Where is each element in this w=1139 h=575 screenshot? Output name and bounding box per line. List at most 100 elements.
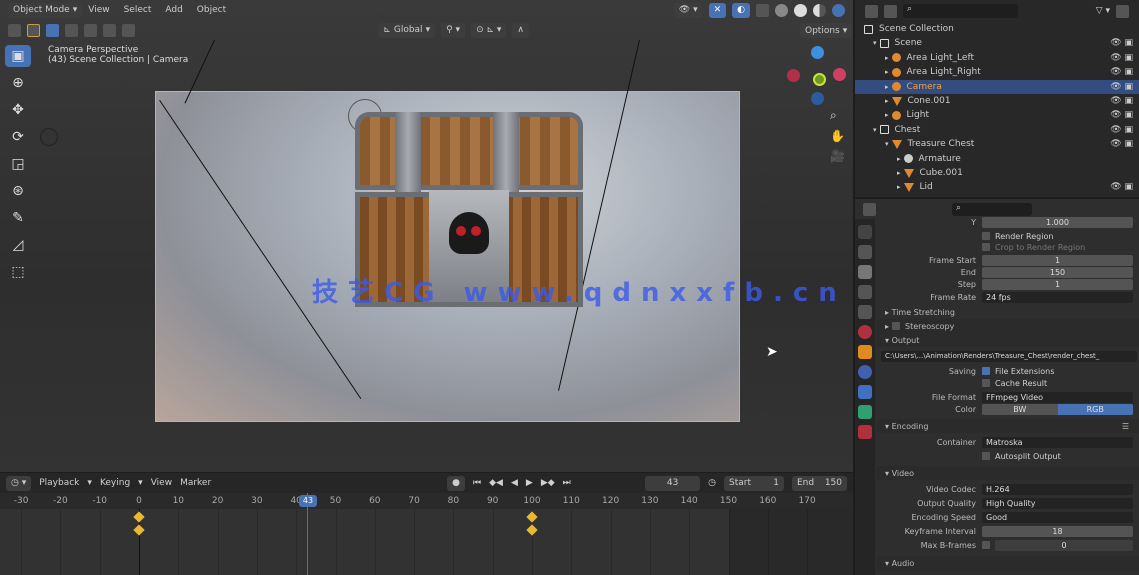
pan-hand-icon[interactable]: ✋ (830, 129, 845, 143)
expand-arrow-icon[interactable]: ▸ (885, 54, 889, 62)
editor-type-icon[interactable]: ◷ ▾ (6, 475, 32, 491)
solid-shading-icon[interactable] (794, 3, 807, 17)
resolution-y-field[interactable]: 1.000 (982, 216, 1133, 228)
scale-icon[interactable]: ◲ (5, 153, 31, 175)
keyframe-interval-field[interactable]: 18 (982, 525, 1133, 537)
visibility-eye-icon[interactable]: 👁 ▣ (1110, 67, 1133, 77)
video-section[interactable]: ▾ Video (877, 466, 1139, 480)
outliner-row[interactable]: ▸ Area Light_Right 👁 ▣ (855, 65, 1139, 79)
axis-z-icon[interactable] (811, 46, 824, 59)
display-mode-icon[interactable] (884, 4, 897, 18)
visibility-eye-icon[interactable]: 👁 ▣ (1110, 139, 1133, 149)
axis-y-icon[interactable] (813, 73, 826, 86)
menu-add[interactable]: Add (165, 5, 182, 15)
tool-icon[interactable] (8, 23, 21, 37)
annotate-icon[interactable]: ✎ (5, 207, 31, 229)
axis-x-icon[interactable] (833, 68, 846, 81)
visibility-eye-icon[interactable]: 👁 ▣ (1110, 53, 1133, 63)
timeline[interactable]: ◷ ▾ Playback ▾ Keying ▾ View Marker ● ⏮ ◆◀ ◀… (0, 473, 853, 575)
outliner-row[interactable]: ▸ Camera 👁 ▣ (855, 79, 1139, 94)
stereoscopy-section[interactable]: ▸ Stereoscopy (877, 319, 1139, 333)
expand-arrow-icon[interactable]: ▾ (873, 39, 877, 47)
select-box-icon[interactable]: ▣ (5, 45, 31, 67)
scene-tab-icon[interactable] (858, 305, 872, 319)
expand-arrow-icon[interactable]: ▸ (885, 83, 889, 91)
data-tab-icon[interactable] (858, 405, 872, 419)
visibility-dropdown[interactable]: 👁 ▾ (673, 2, 703, 18)
visibility-eye-icon[interactable]: 👁 ▣ (1110, 110, 1133, 120)
stereoscopy-checkbox[interactable] (892, 322, 901, 330)
texture-tab-icon[interactable] (858, 425, 872, 439)
outliner-row[interactable]: Scene Collection (855, 22, 1139, 36)
next-key-icon[interactable]: ▶◆ (541, 478, 555, 488)
proportional-edit-icon[interactable]: ∧ (512, 22, 529, 38)
keyframe-marker[interactable] (526, 511, 538, 523)
visibility-eye-icon[interactable]: 👁 ▣ (1110, 182, 1133, 192)
expand-arrow-icon[interactable]: ▸ (885, 111, 889, 119)
file-ext-checkbox[interactable] (982, 367, 990, 375)
select-tool-icon[interactable] (27, 23, 40, 37)
snap-dropdown[interactable]: ⊙ ⊾ ▾ (471, 22, 507, 38)
keyframe-marker[interactable] (133, 511, 145, 523)
material-shading-icon[interactable] (813, 3, 826, 17)
move-icon[interactable]: ✥ (5, 99, 31, 121)
menu-object[interactable]: Object (197, 5, 226, 15)
properties-editor[interactable]: ⌕ Y 1.000 Render Region Crop to Render Re… (855, 199, 1139, 575)
render-tab-icon[interactable] (858, 245, 872, 259)
menu-view[interactable]: View (151, 478, 172, 488)
current-frame-field[interactable]: 43 (645, 475, 701, 491)
orientation-dropdown[interactable]: ⊾ Global ▾ (378, 22, 436, 38)
physics-tab-icon[interactable] (858, 365, 872, 379)
3d-viewport[interactable]: Object Mode ▾ View Select Add Object 👁 ▾ ✕ … (0, 0, 853, 472)
file-format-dropdown[interactable]: FFmpeg Video (982, 391, 1133, 403)
rendered-shading-icon[interactable] (832, 3, 845, 17)
autosplit-checkbox[interactable] (982, 452, 990, 460)
prev-key-icon[interactable]: ◆◀ (489, 478, 503, 488)
navigation-gizmo[interactable] (783, 40, 848, 110)
select-mode-extend-icon[interactable] (65, 23, 78, 37)
time-stretching-section[interactable]: ▸ Time Stretching (877, 305, 1139, 319)
outliner-row[interactable]: ▸ Lid 👁 ▣ (855, 180, 1139, 194)
max-bframes-field[interactable]: 0 (995, 539, 1133, 551)
jump-end-icon[interactable]: ⏭ (563, 478, 571, 488)
select-mode-new-icon[interactable] (46, 23, 59, 37)
menu-playback[interactable]: Playback (39, 478, 79, 488)
editor-type-icon[interactable] (865, 4, 878, 18)
frame-end-field[interactable]: 150 (982, 266, 1133, 278)
play-icon[interactable]: ▶ (526, 478, 533, 488)
cursor-icon[interactable]: ⊕ (5, 72, 31, 94)
axis-neg-x-icon[interactable] (787, 69, 800, 82)
options-dropdown[interactable]: Options ▾ (800, 23, 853, 38)
menu-select[interactable]: Select (124, 5, 152, 15)
outliner-row[interactable]: ▸ Cone.001 👁 ▣ (855, 94, 1139, 108)
output-tab-icon[interactable] (858, 265, 872, 279)
expand-arrow-icon[interactable]: ▾ (885, 140, 889, 148)
axis-neg-z-icon[interactable] (811, 92, 824, 105)
visibility-eye-icon[interactable]: 👁 ▣ (1110, 38, 1133, 48)
presets-icon[interactable]: ☰ (1122, 422, 1129, 431)
frame-ruler[interactable]: -30 -20 -10 0 10 20 30 40 50 60 70 80 90 100 110 120 130… (0, 493, 853, 509)
view-layer-tab-icon[interactable] (858, 285, 872, 299)
add-cube-icon[interactable]: ⬚ (5, 261, 31, 283)
keyframe-area[interactable] (0, 509, 853, 575)
play-reverse-icon[interactable]: ◀ (511, 478, 518, 488)
outliner-search-input[interactable]: ⌕ (903, 4, 1018, 18)
pivot-dropdown[interactable]: ⚲ ▾ (441, 22, 466, 38)
outliner-row[interactable]: ▸ Area Light_Left 👁 ▣ (855, 51, 1139, 65)
properties-search-input[interactable]: ⌕ (952, 202, 1032, 216)
audio-section[interactable]: ▾ Audio (877, 556, 1139, 570)
menu-keying[interactable]: Keying (100, 478, 130, 488)
start-frame-field[interactable]: Start 1 (724, 475, 784, 491)
xray-icon[interactable] (756, 3, 769, 17)
end-frame-field[interactable]: End 150 (792, 475, 847, 491)
outliner[interactable]: ⌕ ▽ ▾ Scene Collection ▾ Scene 👁 ▣ ▸ Area L… (855, 0, 1139, 197)
color-bw-button[interactable]: BW (982, 403, 1058, 415)
wireframe-shading-icon[interactable] (775, 3, 788, 17)
expand-arrow-icon[interactable]: ▸ (897, 169, 901, 177)
zoom-icon[interactable]: ⌕ (830, 108, 845, 123)
expand-arrow-icon[interactable]: ▸ (897, 155, 901, 163)
visibility-eye-icon[interactable]: 👁 ▣ (1110, 82, 1133, 92)
object-tab-icon[interactable] (858, 345, 872, 359)
color-rgb-button[interactable]: RGB (1057, 403, 1133, 415)
render-region-checkbox[interactable] (982, 232, 990, 240)
